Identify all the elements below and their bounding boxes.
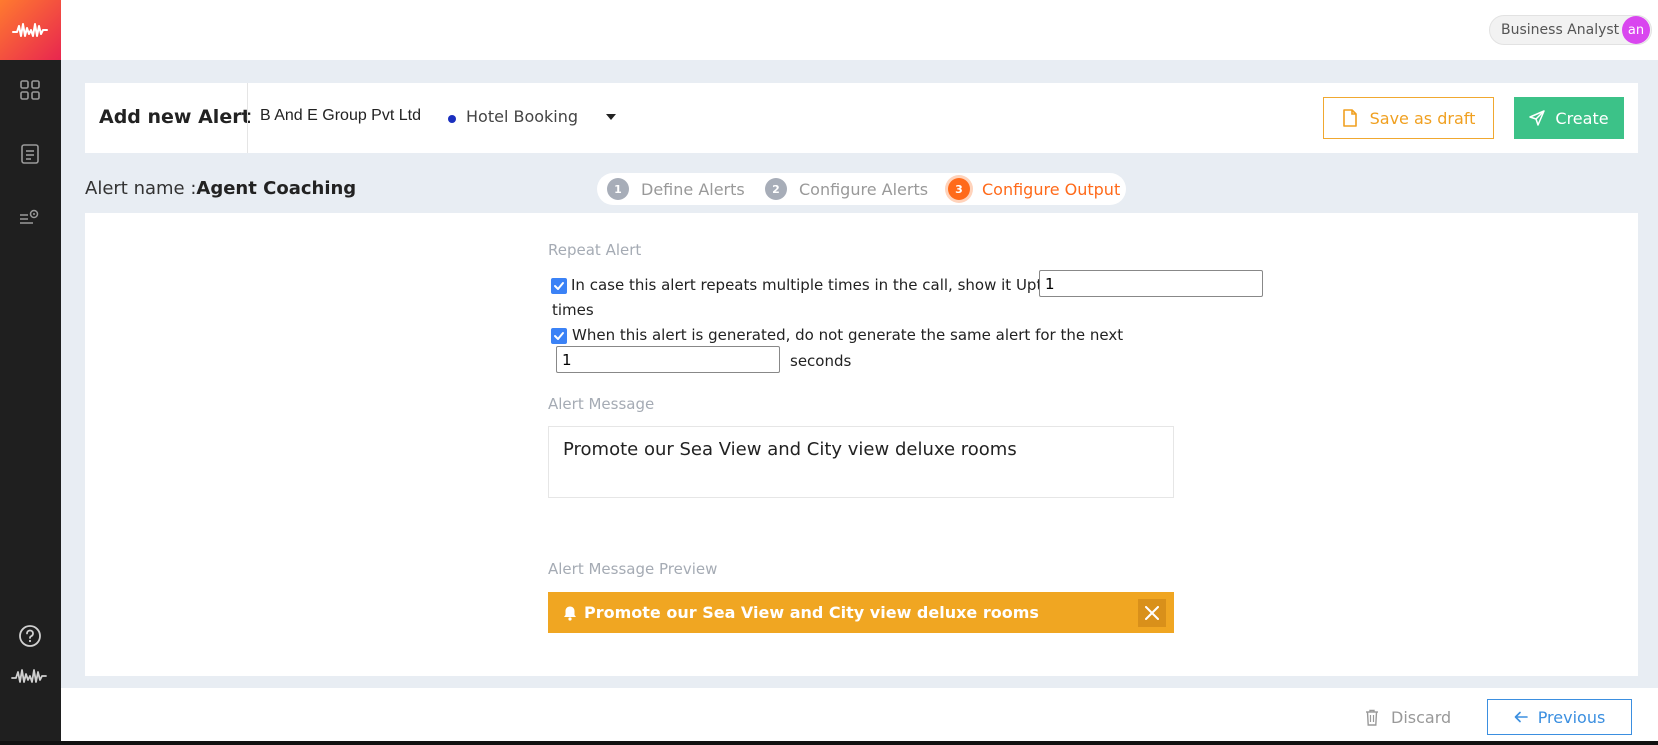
step-define-alerts[interactable]: 1 Define Alerts bbox=[607, 173, 745, 205]
help-icon[interactable] bbox=[18, 624, 42, 648]
alert-name: Alert name :Agent Coaching bbox=[85, 178, 356, 199]
avatar[interactable]: an bbox=[1622, 16, 1650, 44]
window-bottom-edge bbox=[0, 741, 1658, 745]
repeat-upto-suffix: times bbox=[552, 301, 594, 319]
step-number: 3 bbox=[948, 178, 970, 200]
configure-output-panel: Repeat Alert In case this alert repeats … bbox=[85, 213, 1638, 676]
org-name: B And E Group Pvt Ltd bbox=[260, 107, 421, 124]
step-label: Configure Output bbox=[982, 179, 1121, 199]
logo-wave-icon bbox=[11, 23, 48, 37]
alert-message-field[interactable]: Promote our Sea View and City view delux… bbox=[548, 426, 1174, 498]
check-icon bbox=[554, 332, 564, 340]
step-configure-alerts[interactable]: 2 Configure Alerts bbox=[765, 173, 928, 205]
app-logo[interactable] bbox=[0, 0, 61, 60]
close-icon[interactable] bbox=[1138, 598, 1166, 627]
previous-button[interactable]: Previous bbox=[1487, 699, 1632, 735]
preview-text: Promote our Sea View and City view delux… bbox=[584, 603, 1039, 622]
alert-name-value: Agent Coaching bbox=[196, 178, 357, 199]
repeat-upto-text: In case this alert repeats multiple time… bbox=[571, 276, 1052, 294]
alert-message-text: Promote our Sea View and City view delux… bbox=[563, 439, 1017, 460]
bell-icon bbox=[564, 606, 576, 621]
user-menu[interactable]: Business Analyst an bbox=[1489, 15, 1652, 45]
step-number: 1 bbox=[607, 178, 629, 200]
cooldown-suffix: seconds bbox=[790, 352, 852, 370]
alert-header: Add new Alert B And E Group Pvt Ltd Hote… bbox=[85, 83, 1638, 153]
discard-label: Discard bbox=[1391, 707, 1452, 727]
trash-icon bbox=[1366, 709, 1378, 726]
alert-message-label: Alert Message bbox=[548, 395, 655, 413]
create-label: Create bbox=[1555, 108, 1609, 128]
header-divider bbox=[247, 83, 248, 153]
arrow-left-icon bbox=[1514, 711, 1528, 723]
step-number: 2 bbox=[765, 178, 787, 200]
save-draft-label: Save as draft bbox=[1369, 108, 1476, 128]
create-button[interactable]: Create bbox=[1514, 97, 1624, 139]
settings-list-icon[interactable] bbox=[18, 205, 42, 229]
save-draft-button[interactable]: Save as draft bbox=[1323, 97, 1494, 139]
alert-preview: Promote our Sea View and City view delux… bbox=[548, 592, 1174, 633]
repeat-upto-input[interactable] bbox=[1039, 270, 1263, 297]
preview-label: Alert Message Preview bbox=[548, 560, 718, 578]
list-icon[interactable] bbox=[18, 142, 42, 166]
repeat-alert-label: Repeat Alert bbox=[548, 241, 642, 259]
repeat-upto-checkbox[interactable] bbox=[551, 278, 567, 294]
chevron-down-icon[interactable] bbox=[606, 114, 616, 120]
step-label: Configure Alerts bbox=[799, 179, 929, 199]
stepper: 1 Define Alerts 2 Configure Alerts 3 Con… bbox=[597, 173, 1126, 205]
step-label: Define Alerts bbox=[641, 179, 745, 199]
sidebar bbox=[0, 0, 61, 745]
cooldown-text: When this alert is generated, do not gen… bbox=[572, 326, 1124, 344]
discard-button[interactable]: Discard bbox=[1365, 700, 1451, 734]
check-icon bbox=[554, 282, 564, 290]
cooldown-input[interactable] bbox=[556, 346, 780, 373]
project-selector[interactable]: Hotel Booking bbox=[466, 107, 578, 126]
alert-name-label: Alert name : bbox=[85, 178, 197, 199]
step-configure-output[interactable]: 3 Configure Output bbox=[948, 173, 1120, 205]
page-title: Add new Alert bbox=[99, 106, 251, 128]
top-bar: Business Analyst an bbox=[61, 0, 1658, 60]
previous-label: Previous bbox=[1537, 707, 1606, 727]
send-icon bbox=[1529, 110, 1546, 126]
dashboard-icon[interactable] bbox=[18, 78, 42, 102]
logo-wave-icon bbox=[10, 664, 50, 688]
footer-bar: Discard Previous bbox=[61, 688, 1658, 745]
file-icon bbox=[1342, 109, 1357, 127]
cooldown-checkbox[interactable] bbox=[551, 328, 567, 344]
project-status-dot bbox=[448, 115, 456, 123]
user-role: Business Analyst bbox=[1501, 22, 1620, 38]
